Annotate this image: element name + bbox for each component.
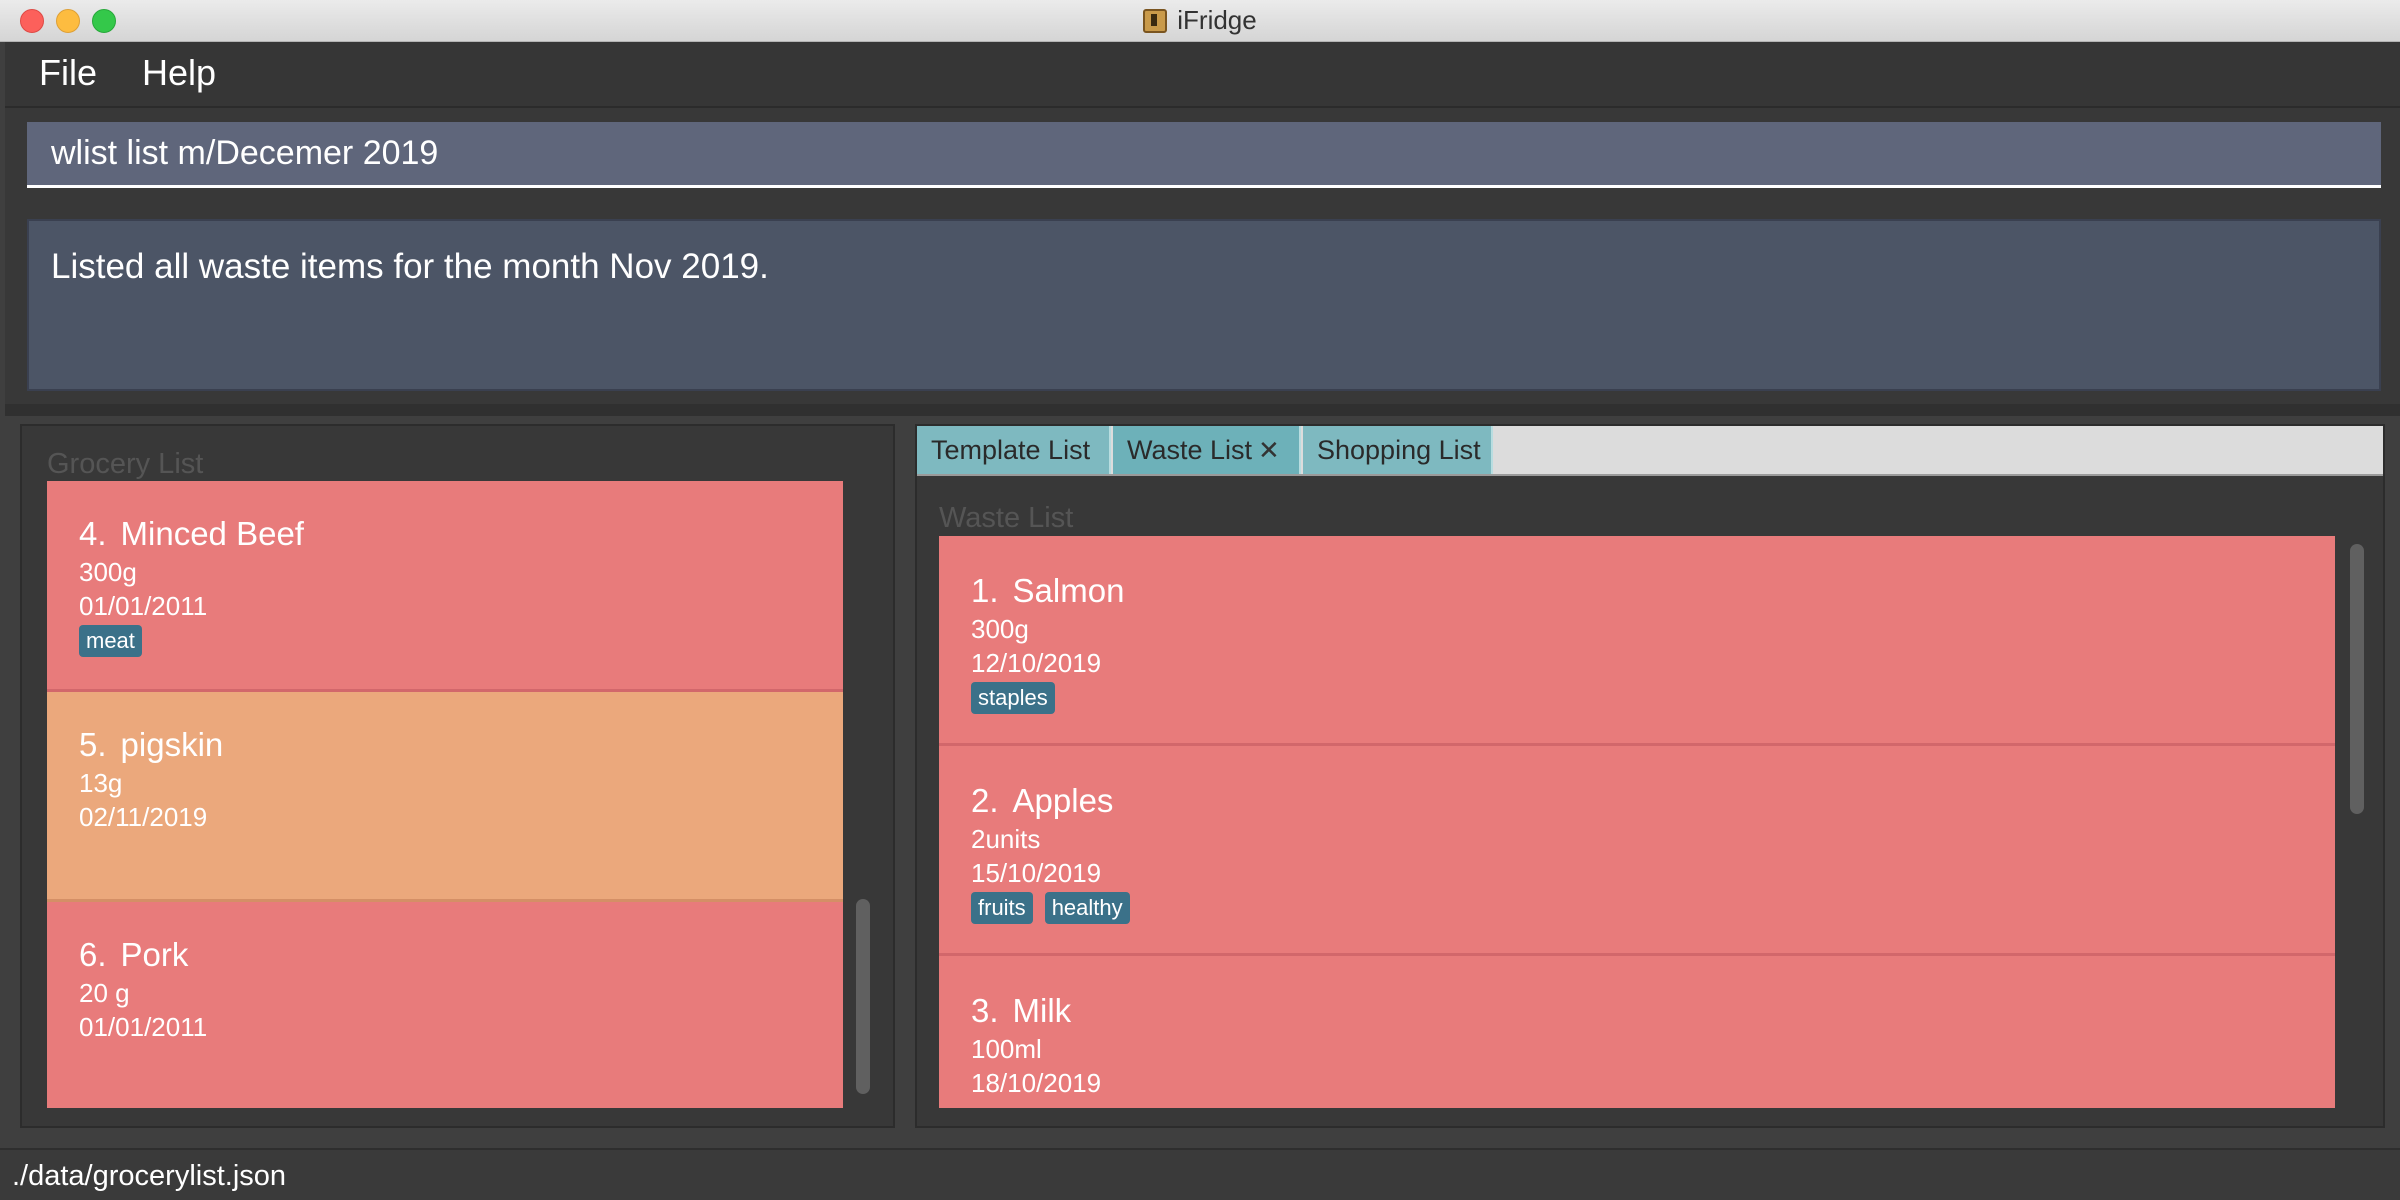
item-name-text: Salmon xyxy=(1012,572,1125,609)
tab-label: Shopping List xyxy=(1317,434,1481,465)
item-amount: 20 g xyxy=(79,978,130,1008)
list-item[interactable]: 1. Salmon 300g 12/10/2019 staples xyxy=(939,536,2335,746)
item-name: 5. pigskin xyxy=(79,726,223,764)
status-bar: ./data/grocerylist.json xyxy=(0,1148,2400,1200)
tag-badge: fruits xyxy=(971,892,1033,924)
item-expiry-date: 02/11/2019 xyxy=(79,802,208,832)
list-item[interactable]: 5. pigskin 13g 02/11/2019 xyxy=(47,692,843,902)
menu-help[interactable]: Help xyxy=(142,52,216,94)
result-panel: Listed all waste items for the month Nov… xyxy=(5,204,2400,404)
result-message: Listed all waste items for the month Nov… xyxy=(51,247,769,286)
grocery-list-panel: Grocery List 4. Minced Beef 300g 01/01/2011… xyxy=(20,424,895,1128)
item-amount: 13g xyxy=(79,768,123,798)
menu-bar: File Help xyxy=(5,42,2400,108)
item-index: 6. xyxy=(79,936,107,973)
item-tags: staples xyxy=(971,682,1055,714)
item-expiry-date: 12/10/2019 xyxy=(971,648,1102,678)
grocery-scrollbar[interactable] xyxy=(848,481,878,1108)
item-name-text: pigskin xyxy=(120,726,224,763)
tab-waste-list[interactable]: Waste List ✕ xyxy=(1113,426,1301,474)
item-index: 2. xyxy=(971,782,999,819)
item-name: 3. Milk xyxy=(971,992,1071,1030)
item-name-text: Apples xyxy=(1012,782,1114,819)
item-name: 1. Salmon xyxy=(971,572,1124,610)
item-name: 6. Pork xyxy=(79,936,188,974)
waste-scrollbar[interactable] xyxy=(2337,536,2377,1108)
tab-bar: Template List Waste List ✕ Shopping List xyxy=(917,426,2383,476)
list-item[interactable]: 6. Pork 20 g 01/01/2011 xyxy=(47,902,843,1108)
tag-badge: healthy xyxy=(1044,892,1130,924)
list-item[interactable]: 3. Milk 100ml 18/10/2019 xyxy=(939,956,2335,1108)
item-expiry-date: 01/01/2011 xyxy=(79,1012,208,1042)
command-panel: wlist list m/Decemer 2019 xyxy=(5,108,2400,204)
item-expiry-date: 15/10/2019 xyxy=(971,858,1102,888)
item-amount: 300g xyxy=(971,614,1029,644)
window-title-group: iFridge xyxy=(0,0,2400,41)
window-title-bar: iFridge xyxy=(0,0,2400,42)
waste-scrollbar-thumb[interactable] xyxy=(2350,544,2364,814)
item-amount: 100ml xyxy=(971,1034,1042,1064)
command-input-text[interactable]: wlist list m/Decemer 2019 xyxy=(51,134,438,173)
item-name: 4. Minced Beef xyxy=(79,515,304,553)
tab-label: Template List xyxy=(931,434,1091,465)
panel-separator xyxy=(5,404,2400,416)
storage-file-path: ./data/grocerylist.json xyxy=(12,1160,287,1192)
item-name-text: Milk xyxy=(1012,992,1072,1029)
item-name-text: Minced Beef xyxy=(120,515,304,552)
list-item[interactable]: 2. Apples 2units 15/10/2019 fruits healthy xyxy=(939,746,2335,956)
command-input[interactable]: wlist list m/Decemer 2019 xyxy=(27,122,2381,188)
item-expiry-date: 18/10/2019 xyxy=(971,1068,1102,1098)
tab-template-list[interactable]: Template List xyxy=(917,426,1111,474)
grocery-scrollbar-thumb[interactable] xyxy=(856,899,870,1094)
grocery-list-title: Grocery List xyxy=(47,448,204,480)
item-amount: 300g xyxy=(79,557,137,587)
item-tags: fruits healthy xyxy=(971,892,1130,924)
item-name-text: Pork xyxy=(120,936,189,973)
item-index: 4. xyxy=(79,515,107,552)
item-index: 3. xyxy=(971,992,999,1029)
item-expiry-date: 01/01/2011 xyxy=(79,591,208,621)
tag-badge: staples xyxy=(971,682,1055,714)
item-tags: meat xyxy=(79,625,142,657)
item-amount: 2units xyxy=(971,824,1041,854)
lists-tab-panel: Template List Waste List ✕ Shopping List… xyxy=(915,424,2385,1128)
menu-file[interactable]: File xyxy=(39,52,97,94)
tab-shopping-list[interactable]: Shopping List xyxy=(1303,426,1493,474)
item-index: 1. xyxy=(971,572,999,609)
tag-badge: meat xyxy=(79,625,142,657)
close-icon[interactable]: ✕ xyxy=(1258,435,1280,466)
item-index: 5. xyxy=(79,726,107,763)
result-display: Listed all waste items for the month Nov… xyxy=(27,219,2381,391)
fridge-app-icon xyxy=(1143,8,1168,33)
waste-list-title: Waste List xyxy=(939,502,1074,534)
window-title: iFridge xyxy=(1177,5,1257,35)
tab-label: Waste List xyxy=(1127,434,1253,465)
waste-list-view[interactable]: 1. Salmon 300g 12/10/2019 staples 2. Apples 2un… xyxy=(939,536,2335,1108)
grocery-list-view[interactable]: 4. Minced Beef 300g 01/01/2011 meat 5. pigskin… xyxy=(47,481,843,1108)
list-item[interactable]: 4. Minced Beef 300g 01/01/2011 meat xyxy=(47,481,843,692)
item-name: 2. Apples xyxy=(971,782,1113,820)
